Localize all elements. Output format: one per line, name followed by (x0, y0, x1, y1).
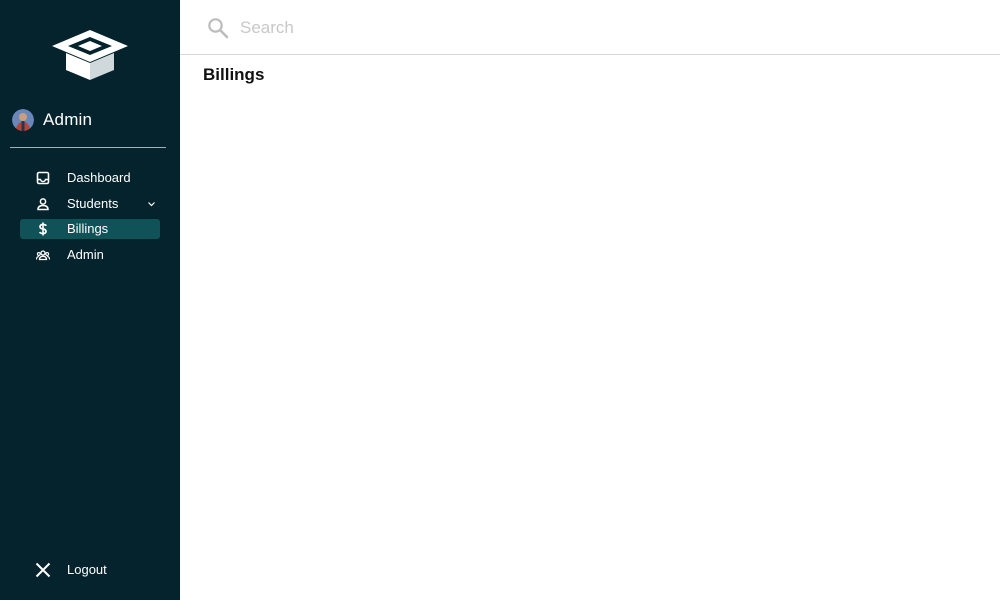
close-icon (35, 562, 51, 578)
person-icon (37, 197, 49, 210)
sidebar-item-label: Dashboard (67, 170, 131, 185)
user-profile[interactable]: Admin (12, 108, 92, 132)
sidebar: Admin Dashboard Students Billings Admin … (0, 0, 180, 600)
sidebar-item-label: Students (67, 195, 119, 211)
top-bar (180, 0, 1000, 55)
avatar (12, 109, 34, 131)
dollar-icon (38, 222, 47, 236)
search-icon[interactable] (207, 17, 229, 39)
sidebar-item-dashboard[interactable]: Dashboard (20, 168, 160, 188)
sidebar-divider (10, 147, 166, 148)
search-input[interactable] (240, 15, 840, 41)
logout-button[interactable]: Logout (20, 559, 160, 581)
chevron-down-icon[interactable] (147, 200, 156, 208)
sidebar-nav: Dashboard Students Billings Admin (20, 168, 160, 270)
group-icon (36, 249, 50, 260)
graduation-cap-icon (52, 30, 128, 80)
sidebar-item-label: Billings (67, 221, 109, 236)
inbox-icon (36, 171, 50, 185)
page-title: Billings (203, 65, 265, 84)
sidebar-item-billings[interactable]: Billings (20, 219, 160, 239)
sidebar-item-students[interactable]: Students (20, 194, 160, 214)
sidebar-item-label: Admin (67, 246, 104, 262)
user-name: Admin (43, 110, 93, 129)
sidebar-item-admin[interactable]: Admin (20, 245, 160, 265)
logout-label: Logout (67, 562, 107, 577)
